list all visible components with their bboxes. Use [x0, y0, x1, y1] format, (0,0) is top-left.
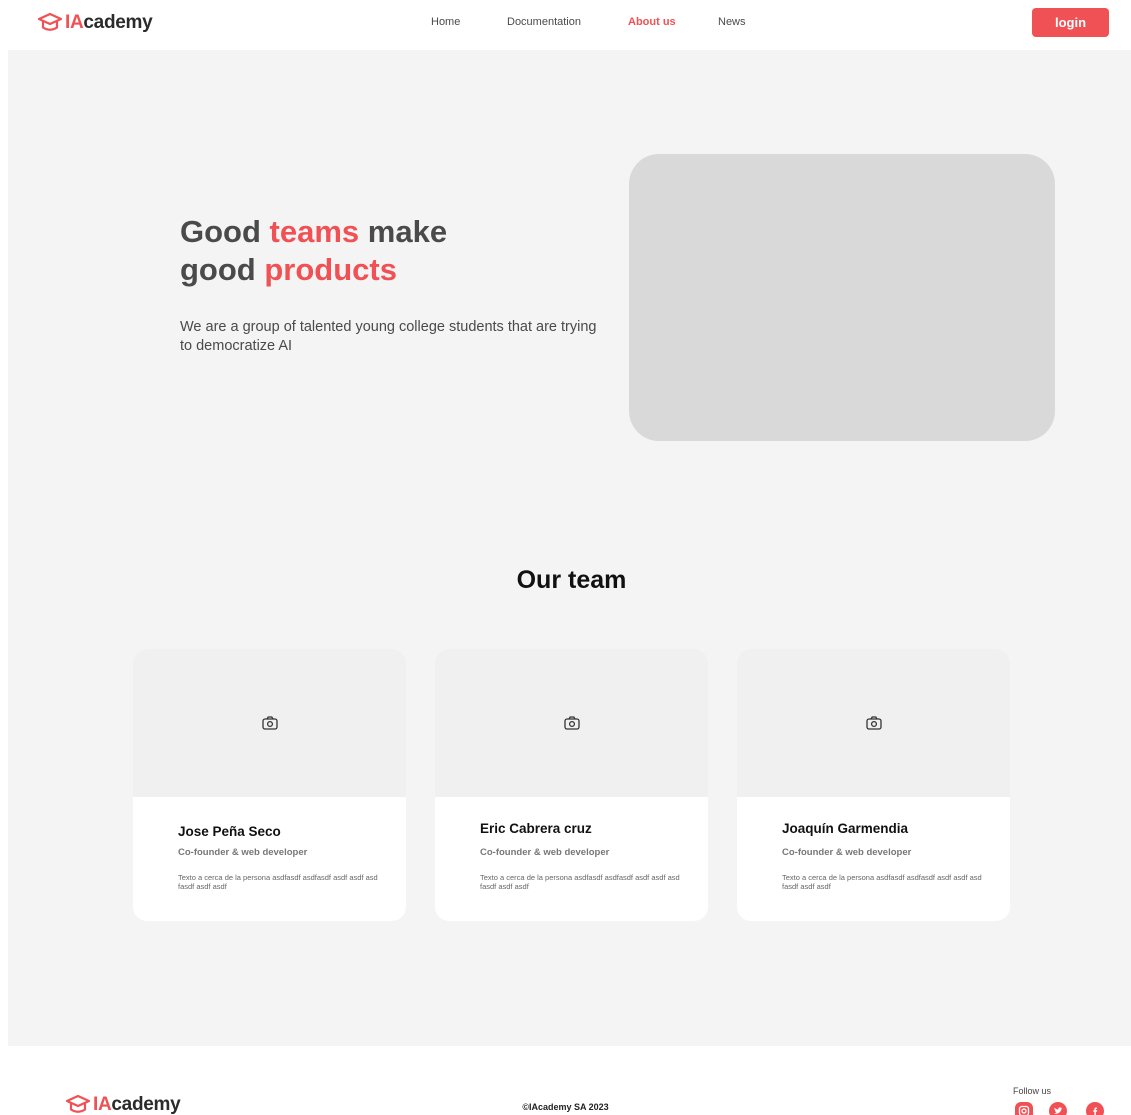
hero-description: We are a group of talented young college…	[180, 319, 597, 354]
member-photo-placeholder	[435, 649, 708, 797]
camera-icon	[261, 716, 278, 730]
site-footer: IAcademy ©IAcademy SA 2023 Follow us	[0, 1046, 1131, 1115]
follow-us-label: Follow us	[1013, 1086, 1052, 1096]
twitter-icon[interactable]	[1049, 1102, 1067, 1115]
member-photo-placeholder	[133, 649, 406, 797]
camera-icon	[563, 716, 580, 730]
nav-home[interactable]: Home	[431, 16, 460, 28]
site-header: IAcademy Home Documentation About us New…	[0, 0, 1131, 50]
hero-image-placeholder	[629, 154, 1055, 441]
main-section: Good teams make good products We are a g…	[8, 50, 1131, 1046]
instagram-icon[interactable]	[1015, 1102, 1033, 1115]
member-bio: Texto a cerca de la persona asdfasdf asd…	[480, 873, 680, 891]
team-member-card: Jose Peña Seco Co-founder & web develope…	[133, 649, 406, 921]
member-role: Co-founder & web developer	[782, 847, 912, 858]
main-nav: Home Documentation About us News	[0, 16, 1131, 34]
team-member-card: Joaquín Garmendia Co-founder & web devel…	[737, 649, 1010, 921]
member-name: Eric Cabrera cruz	[480, 821, 592, 836]
member-name: Jose Peña Seco	[178, 824, 281, 839]
camera-icon	[865, 716, 882, 730]
team-member-card: Eric Cabrera cruz Co-founder & web devel…	[435, 649, 708, 921]
login-button[interactable]: login	[1032, 8, 1109, 37]
member-bio: Texto a cerca de la persona asdfasdf asd…	[782, 873, 982, 891]
nav-news[interactable]: News	[718, 16, 746, 28]
hero-title: Good teams make good products	[180, 214, 448, 287]
member-name: Joaquín Garmendia	[782, 821, 909, 836]
nav-about-us[interactable]: About us	[628, 16, 676, 28]
team-section-title: Our team	[516, 566, 627, 594]
member-bio: Texto a cerca de la persona asdfasdf asd…	[178, 873, 378, 891]
facebook-icon[interactable]	[1086, 1102, 1104, 1115]
member-role: Co-founder & web developer	[178, 847, 308, 858]
member-role: Co-founder & web developer	[480, 847, 610, 858]
nav-documentation[interactable]: Documentation	[507, 16, 581, 28]
copyright-text: ©IAcademy SA 2023	[522, 1102, 609, 1112]
member-photo-placeholder	[737, 649, 1010, 797]
